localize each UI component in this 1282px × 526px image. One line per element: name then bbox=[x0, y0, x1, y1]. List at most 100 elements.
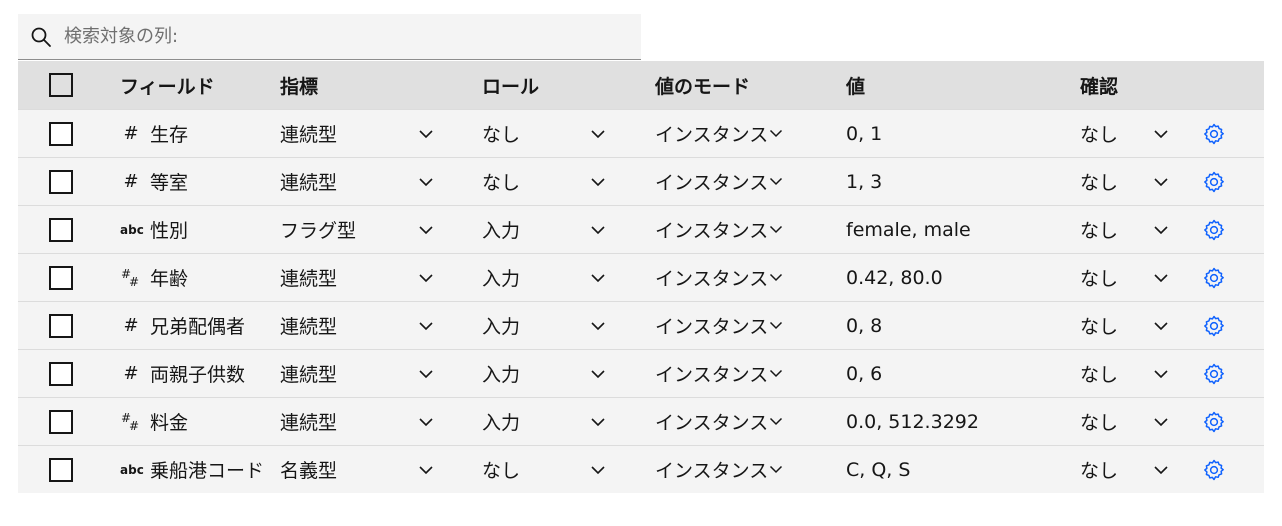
chevron-down-icon[interactable] bbox=[418, 129, 434, 139]
row-checkbox[interactable] bbox=[49, 217, 73, 242]
role-dropdown[interactable]: なし bbox=[482, 446, 572, 493]
chevron-down-icon[interactable] bbox=[769, 225, 783, 234]
value-mode-dropdown[interactable]: インスタンス bbox=[655, 398, 795, 445]
chevron-down-icon[interactable] bbox=[590, 177, 606, 187]
row-checkbox[interactable] bbox=[49, 409, 73, 434]
chevron-down-icon[interactable] bbox=[590, 369, 606, 379]
chevron-down-icon[interactable] bbox=[590, 465, 606, 475]
value-mode-dropdown[interactable]: インスタンス bbox=[655, 254, 795, 301]
value-mode-label: インスタンス bbox=[655, 316, 769, 338]
header-role[interactable]: ロール bbox=[482, 61, 572, 109]
measure-dropdown[interactable]: 連続型 bbox=[280, 158, 400, 205]
header-measure[interactable]: 指標 bbox=[280, 61, 400, 109]
chevron-down-icon[interactable] bbox=[418, 321, 434, 331]
header-values[interactable]: 値 bbox=[846, 61, 1046, 109]
measure-dropdown[interactable]: 連続型 bbox=[280, 254, 400, 301]
chevron-down-icon[interactable] bbox=[418, 369, 434, 379]
check-dropdown[interactable]: なし bbox=[1080, 158, 1140, 205]
role-dropdown[interactable]: 入力 bbox=[482, 302, 572, 349]
header-field[interactable]: フィールド bbox=[120, 61, 278, 109]
field-name-cell: # 等室 bbox=[120, 158, 278, 205]
table-row: # 生存 連続型 なし インスタンス 0, 1 なし bbox=[18, 109, 1264, 157]
settings-gear-icon[interactable] bbox=[1202, 170, 1226, 194]
measure-dropdown[interactable]: 連続型 bbox=[280, 110, 400, 157]
role-dropdown[interactable]: 入力 bbox=[482, 254, 572, 301]
values-cell: 1, 3 bbox=[846, 170, 883, 193]
chevron-down-icon[interactable] bbox=[590, 129, 606, 139]
chevron-down-icon[interactable] bbox=[418, 225, 434, 235]
settings-gear-icon[interactable] bbox=[1202, 314, 1226, 338]
chevron-down-icon[interactable] bbox=[590, 321, 606, 331]
select-all-checkbox[interactable] bbox=[49, 73, 73, 97]
chevron-down-icon[interactable] bbox=[1153, 465, 1169, 475]
check-dropdown[interactable]: なし bbox=[1080, 350, 1140, 397]
check-dropdown[interactable]: なし bbox=[1080, 254, 1140, 301]
chevron-down-icon[interactable] bbox=[418, 417, 434, 427]
row-checkbox[interactable] bbox=[49, 169, 73, 194]
settings-gear-icon[interactable] bbox=[1202, 218, 1226, 242]
row-checkbox[interactable] bbox=[49, 457, 73, 482]
check-dropdown[interactable]: なし bbox=[1080, 398, 1140, 445]
value-mode-dropdown[interactable]: インスタンス bbox=[655, 110, 795, 157]
table-header: フィールド 指標 ロール 値のモード 値 確認 bbox=[18, 61, 1264, 109]
settings-gear-icon[interactable] bbox=[1202, 410, 1226, 434]
chevron-down-icon[interactable] bbox=[769, 321, 783, 330]
chevron-down-icon[interactable] bbox=[590, 225, 606, 235]
role-dropdown[interactable]: 入力 bbox=[482, 350, 572, 397]
check-dropdown[interactable]: なし bbox=[1080, 206, 1140, 253]
settings-gear-icon[interactable] bbox=[1202, 266, 1226, 290]
role-dropdown[interactable]: 入力 bbox=[482, 206, 572, 253]
header-check[interactable]: 確認 bbox=[1080, 61, 1140, 109]
chevron-down-icon[interactable] bbox=[1153, 177, 1169, 187]
search-input[interactable] bbox=[64, 26, 604, 47]
chevron-down-icon[interactable] bbox=[1153, 369, 1169, 379]
chevron-down-icon[interactable] bbox=[1153, 225, 1169, 235]
settings-gear-icon[interactable] bbox=[1202, 362, 1226, 386]
check-dropdown[interactable]: なし bbox=[1080, 446, 1140, 493]
check-dropdown[interactable]: なし bbox=[1080, 302, 1140, 349]
chevron-down-icon[interactable] bbox=[769, 129, 783, 138]
measure-dropdown[interactable]: 連続型 bbox=[280, 350, 400, 397]
field-name: 生存 bbox=[150, 124, 189, 146]
chevron-down-icon[interactable] bbox=[1153, 321, 1169, 331]
value-mode-dropdown[interactable]: インスタンス bbox=[655, 446, 795, 493]
value-mode-dropdown[interactable]: インスタンス bbox=[655, 158, 795, 205]
check-dropdown[interactable]: なし bbox=[1080, 110, 1140, 157]
hash-icon: # bbox=[123, 171, 139, 192]
settings-gear-icon[interactable] bbox=[1202, 122, 1226, 146]
measure-dropdown[interactable]: 連続型 bbox=[280, 398, 400, 445]
chevron-down-icon[interactable] bbox=[418, 177, 434, 187]
role-dropdown[interactable]: なし bbox=[482, 110, 572, 157]
value-mode-dropdown[interactable]: インスタンス bbox=[655, 206, 795, 253]
chevron-down-icon[interactable] bbox=[418, 465, 434, 475]
chevron-down-icon[interactable] bbox=[1153, 129, 1169, 139]
header-value-mode[interactable]: 値のモード bbox=[655, 61, 795, 109]
row-checkbox[interactable] bbox=[49, 265, 73, 290]
chevron-down-icon[interactable] bbox=[769, 273, 783, 282]
chevron-down-icon[interactable] bbox=[769, 369, 783, 378]
continuous-icon: # # bbox=[121, 266, 140, 289]
hash-icon: # bbox=[123, 123, 139, 144]
measure-dropdown[interactable]: 連続型 bbox=[280, 302, 400, 349]
chevron-down-icon[interactable] bbox=[769, 465, 783, 474]
settings-gear-icon[interactable] bbox=[1202, 458, 1226, 482]
chevron-down-icon[interactable] bbox=[418, 273, 434, 283]
search-field[interactable] bbox=[18, 14, 641, 60]
value-mode-dropdown[interactable]: インスタンス bbox=[655, 302, 795, 349]
chevron-down-icon[interactable] bbox=[769, 417, 783, 426]
chevron-down-icon[interactable] bbox=[590, 273, 606, 283]
row-checkbox[interactable] bbox=[49, 313, 73, 338]
role-dropdown[interactable]: 入力 bbox=[482, 398, 572, 445]
measure-dropdown[interactable]: フラグ型 bbox=[280, 206, 400, 253]
value-mode-dropdown[interactable]: インスタンス bbox=[655, 350, 795, 397]
role-dropdown[interactable]: なし bbox=[482, 158, 572, 205]
chevron-down-icon[interactable] bbox=[590, 417, 606, 427]
row-checkbox[interactable] bbox=[49, 121, 73, 146]
row-checkbox[interactable] bbox=[49, 361, 73, 386]
field-name: 性別 bbox=[150, 220, 189, 242]
chevron-down-icon[interactable] bbox=[769, 177, 783, 186]
chevron-down-icon[interactable] bbox=[1153, 417, 1169, 427]
chevron-down-icon[interactable] bbox=[1153, 273, 1169, 283]
measure-dropdown[interactable]: 名義型 bbox=[280, 446, 400, 493]
field-name: 兄弟配偶者 bbox=[150, 316, 246, 338]
